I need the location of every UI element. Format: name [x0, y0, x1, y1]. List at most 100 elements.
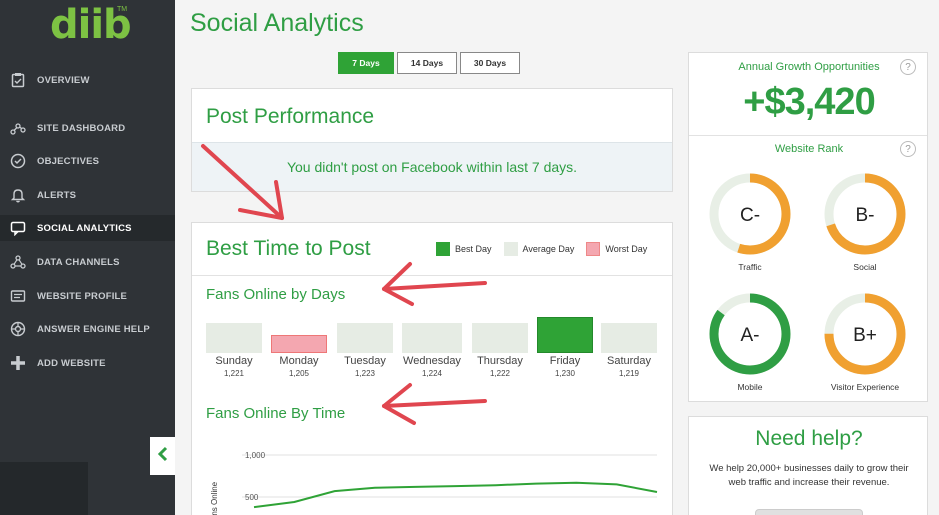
- check-circle-icon: [8, 151, 28, 171]
- graph-icon: [8, 118, 28, 138]
- day-wednesday: Wednesday 1,224: [401, 323, 463, 378]
- day-name: Thursday: [477, 355, 523, 367]
- rank-gauge-traffic[interactable]: C- Traffic: [705, 169, 795, 272]
- nav-item-social-analytics[interactable]: SOCIAL ANALYTICS: [0, 215, 175, 241]
- y-tick-500: 500: [245, 493, 259, 502]
- growth-card: Annual Growth Opportunities ? +$3,420 We…: [688, 52, 928, 402]
- help-question-icon[interactable]: ?: [900, 141, 916, 157]
- growth-amount: +$3,420: [743, 81, 875, 123]
- fans-by-time-title: Fans Online By Time: [206, 405, 346, 422]
- series-line: [253, 481, 658, 509]
- post-performance-notice: You didn't post on Facebook within last …: [192, 142, 672, 191]
- nav-label: OBJECTIVES: [37, 155, 100, 167]
- best-time-card: Best Time to Post Best Day Average Day W…: [191, 222, 673, 515]
- legend-average-day: Average Day: [503, 242, 574, 256]
- need-help-card: Need help? We help 20,000+ businesses da…: [688, 416, 928, 515]
- day-bar: [601, 323, 657, 353]
- gauge-ring: B-: [824, 173, 906, 255]
- divider: [192, 275, 672, 276]
- collapse-sidebar-button[interactable]: [150, 437, 175, 475]
- day-value: 1,222: [489, 369, 511, 378]
- engine-icon: [8, 319, 28, 339]
- day-bar: [537, 317, 593, 353]
- legend-swatch-worst: [586, 242, 601, 256]
- nav-item-objectives[interactable]: OBJECTIVES: [0, 148, 175, 174]
- clipboard-icon: [8, 70, 28, 90]
- rank-grade: C-: [740, 205, 760, 226]
- rank-label: Visitor Experience: [830, 382, 900, 392]
- day-bar: [206, 323, 262, 353]
- day-monday: Monday 1,205: [271, 323, 327, 378]
- rank-grade: B+: [853, 325, 877, 346]
- logo-trademark: TM: [117, 6, 128, 13]
- sidebar-footer: [0, 462, 88, 515]
- nav-item-site-dashboard[interactable]: SITE DASHBOARD: [0, 115, 175, 141]
- rank-label: Traffic: [738, 262, 762, 272]
- day-value: 1,219: [618, 369, 640, 378]
- tab-30-days[interactable]: 30 Days: [460, 52, 520, 74]
- y-axis-label: Fans Online: [210, 481, 219, 515]
- sidebar: diib TM OVERVIEW SITE DASHBOARD OBJECTIV…: [0, 0, 175, 515]
- plus-icon: [8, 353, 28, 373]
- day-sunday: Sunday 1,221: [206, 323, 262, 378]
- day-name: Friday: [549, 355, 581, 367]
- day-value: 1,224: [421, 369, 443, 378]
- day-value: 1,221: [223, 369, 245, 378]
- tab-7-days[interactable]: 7 Days: [338, 52, 394, 74]
- nav-label: SITE DASHBOARD: [37, 122, 126, 134]
- need-help-button[interactable]: [755, 509, 863, 515]
- legend-swatch-best: [436, 242, 450, 256]
- nav-label: ADD WEBSITE: [37, 357, 106, 369]
- date-range-tabs: 7 Days 14 Days 30 Days: [338, 52, 520, 74]
- chevron-left-icon: [157, 446, 169, 467]
- rank-gauge-social[interactable]: B- Social: [820, 169, 910, 272]
- page-title: Social Analytics: [190, 9, 364, 37]
- day-tuesday: Tuesday 1,223: [337, 323, 393, 378]
- nav-label: DATA CHANNELS: [37, 256, 120, 268]
- nav-item-answer-engine-help[interactable]: ANSWER ENGINE HELP: [0, 316, 175, 342]
- post-performance-title: Post Performance: [206, 105, 375, 128]
- nav-label: SOCIAL ANALYTICS: [37, 222, 132, 234]
- day-bar: [472, 323, 528, 353]
- rank-grade: B-: [856, 205, 875, 226]
- day-name: Monday: [279, 355, 319, 367]
- day-saturday: Saturday 1,219: [601, 323, 657, 378]
- post-performance-card: Post Performance You didn't post on Face…: [191, 88, 673, 192]
- nav-item-overview[interactable]: OVERVIEW: [0, 67, 175, 93]
- divider: [689, 135, 927, 136]
- day-name: Sunday: [215, 355, 253, 367]
- nav-item-website-profile[interactable]: WEBSITE PROFILE: [0, 283, 175, 309]
- day-value: 1,230: [554, 369, 576, 378]
- day-value: 1,205: [288, 369, 310, 378]
- fans-by-time-chart: 1,000 500 Fans Online: [210, 451, 658, 515]
- nav-item-add-website[interactable]: ADD WEBSITE: [0, 350, 175, 376]
- legend-label: Worst Day: [605, 244, 648, 254]
- rank-label: Mobile: [737, 382, 763, 392]
- help-question-icon[interactable]: ?: [900, 59, 916, 75]
- need-help-title: Need help?: [755, 427, 863, 450]
- nav-item-data-channels[interactable]: DATA CHANNELS: [0, 249, 175, 275]
- legend-worst-day: Worst Day: [586, 242, 647, 256]
- gauge-ring: A-: [709, 293, 791, 375]
- rank-grade: A-: [741, 325, 760, 346]
- day-name: Tuesday: [344, 355, 386, 367]
- nav-label: ANSWER ENGINE HELP: [37, 323, 150, 335]
- rank-gauge-mobile[interactable]: A- Mobile: [705, 289, 795, 392]
- network-icon: [8, 252, 28, 272]
- nav-label: OVERVIEW: [37, 74, 90, 86]
- nav-item-alerts[interactable]: ALERTS: [0, 182, 175, 208]
- y-tick-1000: 1,000: [245, 451, 266, 460]
- nav-label: ALERTS: [37, 189, 77, 201]
- profile-card-icon: [8, 286, 28, 306]
- gauge-ring: C-: [709, 173, 791, 255]
- rank-gauge-visitor-experience[interactable]: B+ Visitor Experience: [820, 289, 910, 392]
- tab-14-days[interactable]: 14 Days: [397, 52, 457, 74]
- day-name: Wednesday: [403, 355, 461, 367]
- legend-label: Best Day: [455, 244, 492, 254]
- chat-icon: [8, 218, 28, 238]
- day-value: 1,223: [354, 369, 376, 378]
- legend: Best Day Average Day Worst Day: [436, 242, 659, 256]
- day-name: Saturday: [606, 355, 652, 367]
- bell-icon: [8, 185, 28, 205]
- website-rank-title: Website Rank: [774, 143, 844, 155]
